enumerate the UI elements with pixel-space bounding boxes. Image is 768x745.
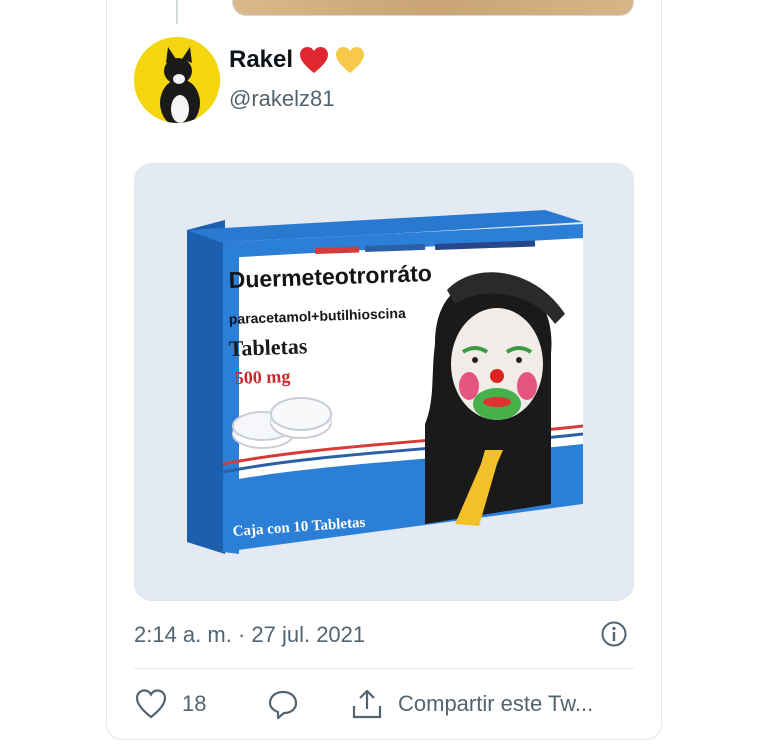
tweet-media-image[interactable]: Duermeteotrorráto paracetamol+butilhiosc…: [134, 163, 634, 601]
previous-tweet-media[interactable]: [232, 0, 634, 16]
avatar[interactable]: [134, 37, 220, 123]
share-label: Compartir este Tw...: [398, 691, 594, 716]
like-button[interactable]: 18: [134, 688, 206, 720]
info-icon[interactable]: [600, 620, 628, 653]
red-heart-emoji-icon: [300, 47, 329, 73]
reply-button[interactable]: [266, 688, 300, 720]
dose-text: 500 mg: [234, 366, 290, 388]
like-count: 18: [182, 691, 207, 716]
author-name-row[interactable]: Rakel: [229, 46, 365, 74]
form-text: Tabletas: [228, 333, 308, 361]
yellow-heart-emoji-icon: [336, 47, 365, 73]
speech-bubble-icon: [268, 690, 298, 720]
share-button[interactable]: Compartir este Tw...: [350, 688, 593, 720]
actions-divider: [134, 668, 634, 669]
share-upload-icon: [352, 689, 382, 719]
user-handle[interactable]: @rakelz81: [229, 86, 335, 112]
heart-outline-icon: [135, 689, 167, 719]
tweet-timestamp[interactable]: 2:14 a. m. · 27 jul. 2021: [134, 622, 365, 648]
medicine-box-illustration: Duermeteotrorráto paracetamol+butilhiosc…: [135, 164, 633, 600]
thread-line: [176, 0, 178, 24]
cat-avatar-image: [134, 37, 220, 123]
display-name[interactable]: Rakel: [229, 46, 293, 74]
